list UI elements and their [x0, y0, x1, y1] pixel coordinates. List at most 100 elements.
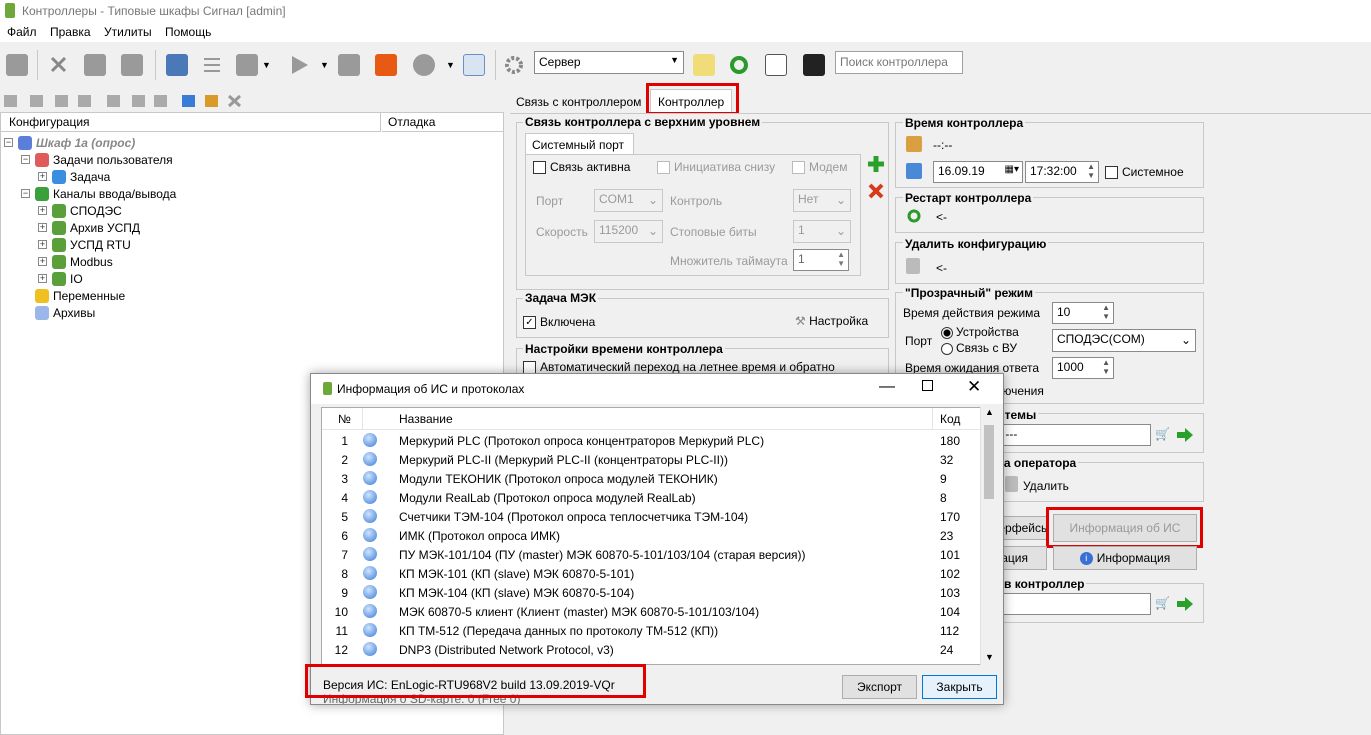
table-row[interactable]: 1 Меркурий PLC (Протокол опроса концентра… — [322, 431, 982, 450]
tree-header-debug[interactable]: Отладка — [382, 113, 503, 132]
gear-icon[interactable] — [503, 54, 525, 76]
radio-vu[interactable]: Связь с ВУ — [941, 341, 1017, 355]
table-row[interactable]: 9 КП МЭК-104 (КП (slave) МЭК 60870-5-104)… — [322, 583, 982, 602]
link-active-checkbox[interactable]: Связь активна — [533, 160, 630, 175]
port-select[interactable]: COM1 ⌄ — [594, 189, 663, 212]
modem-checkbox[interactable]: Модем — [792, 160, 847, 175]
table-row[interactable]: 4 Модули RealLab (Протокол опроса модулей… — [322, 488, 982, 507]
expand-icon[interactable]: + — [38, 206, 47, 215]
expand-icon[interactable]: + — [38, 223, 47, 232]
paste-icon[interactable] — [121, 54, 143, 76]
close-icon[interactable]: ✕ — [967, 377, 981, 397]
checkbox-box[interactable] — [657, 161, 670, 175]
initiative-checkbox[interactable]: Инициатива снизу — [657, 160, 775, 175]
clock-icon[interactable] — [906, 136, 922, 152]
scroll-up-icon[interactable]: ▲ — [985, 407, 994, 417]
operator-delete-label[interactable]: Удалить — [1023, 479, 1069, 493]
minimize-icon[interactable]: — — [879, 378, 895, 396]
close-button[interactable]: Закрыть — [922, 675, 997, 699]
add-icon[interactable] — [866, 154, 886, 174]
system-field[interactable]: л --- — [990, 424, 1151, 446]
record-icon[interactable] — [413, 54, 435, 76]
export-button[interactable]: Экспорт — [842, 675, 917, 699]
radio-icon[interactable] — [941, 342, 953, 355]
tree-header-config[interactable]: Конфигурация — [1, 113, 381, 132]
server-select[interactable]: Сервер ▼ — [534, 51, 684, 74]
database-icon[interactable] — [166, 54, 188, 76]
table-scrollbar[interactable]: ▲ ▼ — [980, 407, 996, 665]
col-name-header[interactable]: Название — [399, 412, 453, 426]
tree-item-spodes[interactable]: + СПОДЭС — [38, 202, 122, 219]
tree-item-user-tasks[interactable]: − Задачи пользователя — [21, 151, 173, 168]
notebook-icon[interactable] — [693, 54, 715, 76]
radio-devices[interactable]: Устройства — [941, 325, 1019, 339]
run-icon[interactable] — [288, 54, 310, 76]
scroll-down-icon[interactable]: ▼ — [985, 652, 994, 662]
checkbox-box[interactable] — [1105, 166, 1118, 180]
refresh-icon[interactable] — [728, 54, 750, 76]
spinner-arrows-icon[interactable]: ▲ ▼ — [837, 250, 845, 268]
cut-icon[interactable] — [48, 54, 70, 76]
cart-icon[interactable]: 🛒 — [1155, 427, 1171, 442]
collapse-icon[interactable]: − — [21, 155, 30, 164]
pause-icon[interactable] — [338, 54, 360, 76]
remove-icon[interactable] — [866, 181, 886, 201]
document-icon[interactable] — [463, 54, 485, 76]
table-row[interactable]: 12 DNP3 (Distributed Network Protocol, v3… — [322, 640, 982, 659]
trash-icon[interactable] — [906, 258, 920, 274]
arrow-right-icon[interactable] — [1176, 427, 1194, 443]
save-icon[interactable] — [6, 54, 28, 76]
dropdown-arrow-icon[interactable]: ▼ — [320, 60, 329, 70]
table-row[interactable]: 3 Модули ТЕКОНИК (Протокол опроса модулей… — [322, 469, 982, 488]
spinner-arrows-icon[interactable]: ▲ ▼ — [1102, 358, 1110, 376]
system-time-checkbox[interactable]: Системное — [1105, 165, 1184, 180]
restart-icon[interactable] — [906, 208, 922, 224]
download-icon[interactable] — [236, 54, 258, 76]
menu-edit[interactable]: Правка — [50, 25, 91, 39]
spinner-arrows-icon[interactable]: ▲ ▼ — [1087, 162, 1095, 180]
tree-item-task[interactable]: + Задача — [38, 168, 110, 185]
timeout-spinner[interactable]: 1 ▲ ▼ — [793, 249, 849, 271]
to-controller-field[interactable] — [990, 593, 1151, 615]
expand-icon[interactable]: + — [38, 257, 47, 266]
tree-item-variables[interactable]: Переменные — [35, 287, 125, 304]
arrow-right-icon[interactable] — [1176, 596, 1194, 612]
controller-search-input[interactable]: Поиск контроллера — [835, 51, 963, 74]
tab-link[interactable]: Связь с контроллером — [516, 95, 641, 109]
stop-icon[interactable] — [375, 54, 397, 76]
menu-utilities[interactable]: Утилиты — [104, 25, 152, 39]
tree-item-io[interactable]: + IO — [38, 270, 83, 287]
time-spinner[interactable]: 17:32:00 ▲ ▼ — [1025, 161, 1099, 183]
wait-spinner[interactable]: 1000 ▲ ▼ — [1052, 357, 1114, 379]
table-row[interactable]: 8 КП МЭК-101 (КП (slave) МЭК 60870-5-101)… — [322, 564, 982, 583]
info-button[interactable]: i Информация — [1053, 546, 1197, 570]
menu-file[interactable]: Файл — [7, 25, 37, 39]
iec-settings-button[interactable]: ⚒ Настройка — [795, 314, 868, 328]
scroll-thumb[interactable] — [984, 425, 994, 499]
transparent-port-select[interactable]: СПОДЭС(COM) ⌄ — [1052, 329, 1196, 352]
collapse-icon[interactable]: − — [4, 138, 13, 147]
copy-icon[interactable] — [84, 54, 106, 76]
speed-select[interactable]: 115200 ⌄ — [594, 220, 663, 243]
col-no-header[interactable]: № — [338, 412, 351, 426]
tree-item-modbus[interactable]: + Modbus — [38, 253, 113, 270]
stopbits-select[interactable]: 1 ⌄ — [793, 220, 851, 243]
trash-icon[interactable] — [1005, 476, 1018, 492]
notes-icon[interactable] — [765, 54, 787, 76]
terminal-icon[interactable] — [803, 54, 825, 76]
spinner-arrows-icon[interactable]: ▲ ▼ — [1102, 303, 1110, 321]
list-icon[interactable] — [201, 54, 223, 76]
table-row[interactable]: 10 МЭК 60870-5 клиент (Клиент (master) МЭ… — [322, 602, 982, 621]
table-row[interactable]: 7 ПУ МЭК-101/104 (ПУ (master) МЭК 60870-5… — [322, 545, 982, 564]
tab-system-port[interactable]: Системный порт — [525, 133, 634, 155]
maximize-icon[interactable] — [922, 380, 933, 391]
dropdown-arrow-icon[interactable]: ▼ — [446, 60, 455, 70]
tree-item-archives[interactable]: Архивы — [35, 304, 95, 321]
expand-icon[interactable]: + — [38, 240, 47, 249]
cart-icon[interactable]: 🛒 — [1155, 596, 1171, 611]
checkbox-box[interactable] — [792, 161, 805, 175]
table-row[interactable]: 11 КП ТМ-512 (Передача данных по протокол… — [322, 621, 982, 640]
col-code-header[interactable]: Код — [940, 412, 960, 426]
table-row[interactable]: 2 Меркурий PLC-II (Меркурий PLC-II (конце… — [322, 450, 982, 469]
tree-item-cabinet[interactable]: − Шкаф 1а (опрос) — [4, 134, 135, 151]
